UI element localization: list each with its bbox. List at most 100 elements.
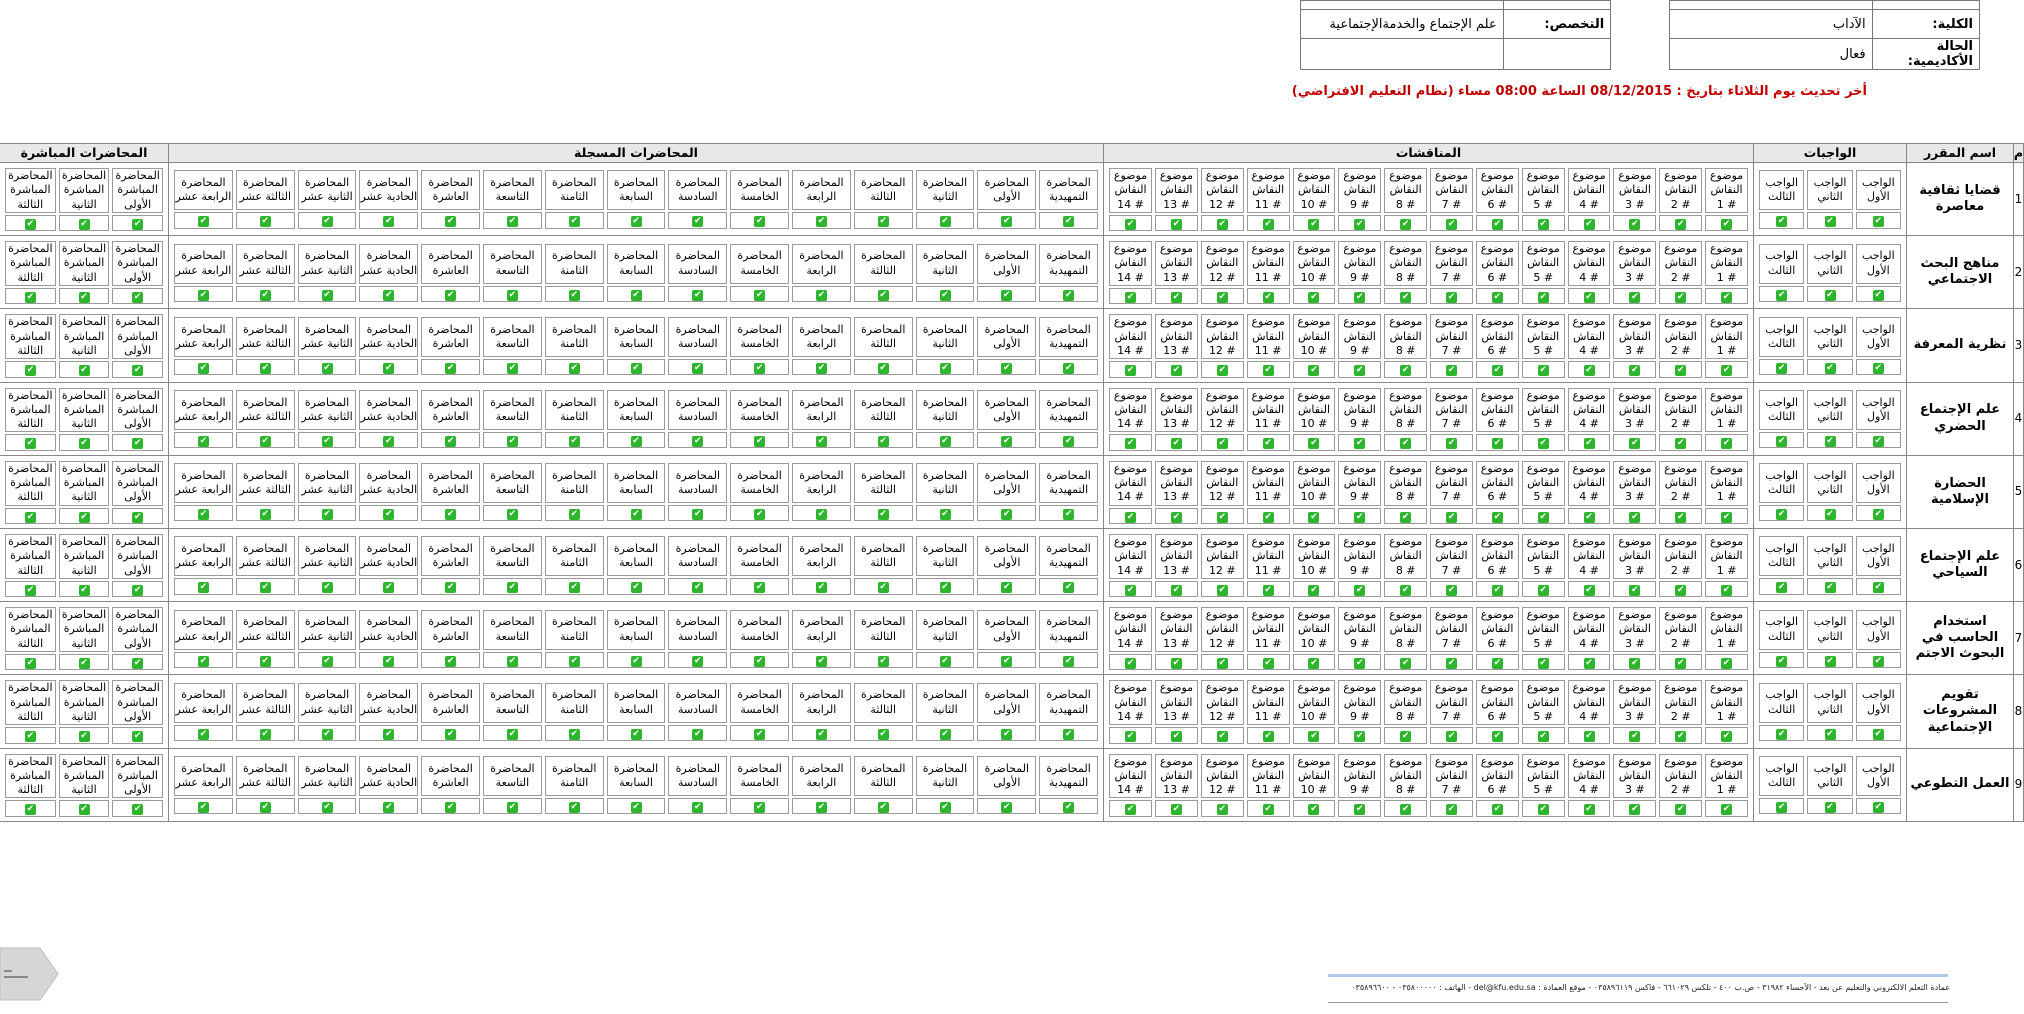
discussion-status-cell: ✔ (1155, 654, 1198, 671)
discussion-item-label: موضوع النقاش # 11 (1246, 168, 1290, 213)
recorded-lecture-item-label: المحاضرة الرابعة عشر (174, 609, 233, 650)
check-icon: ✔ (692, 801, 704, 813)
recorded-lecture-group: المحاضرة التمهيدية المحاضرة الأولى المحاضر… (168, 527, 1104, 603)
discussion-item-label: موضوع النقاش # 10 (1292, 168, 1336, 213)
discussion-status-cell: ✔ (1659, 507, 1703, 524)
discussion-status-cell: ✔ (1613, 654, 1657, 671)
discussion-item-label: موضوع النقاش # 6 (1475, 460, 1519, 506)
check-icon: ✔ (1824, 509, 1836, 521)
discussion-item-label: موضوع النقاش # 12 (1200, 168, 1244, 213)
check-icon: ✔ (1170, 292, 1182, 304)
discussion-status-cell: ✔ (1475, 580, 1519, 598)
assignment-item-label: الواجب الثاني (1807, 390, 1853, 430)
check-icon: ✔ (78, 365, 90, 377)
recorded-lecture-group: المحاضرة التمهيدية المحاضرة الأولى المحاضر… (168, 747, 1104, 822)
check-icon: ✔ (1537, 731, 1549, 743)
check-icon: ✔ (1824, 362, 1836, 374)
check-icon: ✔ (132, 658, 144, 670)
recorded-lecture-status-cell: ✔ (606, 505, 666, 522)
page-corner-arrow-icon[interactable] (0, 944, 60, 1004)
discussion-status-cell: ✔ (1109, 361, 1153, 378)
discussion-status-cell: ✔ (1430, 800, 1473, 817)
discussion-status-cell: ✔ (1109, 580, 1153, 598)
major-value: علم الإجتماع والخدمةالإجتماعية (1300, 9, 1504, 39)
check-icon: ✔ (1001, 655, 1013, 667)
live-lecture-group: المحاضرة المباشرة الأولى المحاضرة المباشر… (0, 674, 169, 749)
recorded-lecture-item-label: المحاضرة الرابعة (792, 682, 851, 723)
discussion-status-cell: ✔ (1200, 434, 1244, 451)
discussion-item-label: موضوع النقاش # 12 (1200, 533, 1244, 579)
info-cut-label (1871, 0, 1981, 10)
discussion-status-cell: ✔ (1109, 288, 1153, 305)
check-icon: ✔ (321, 582, 333, 594)
check-icon: ✔ (815, 655, 827, 667)
check-icon: ✔ (445, 436, 457, 447)
check-icon: ✔ (1308, 511, 1320, 523)
discussion-item-label: موضوع النقاش # 13 (1155, 387, 1198, 433)
assignment-status-cell: ✔ (1807, 505, 1853, 522)
recorded-lecture-status-cell: ✔ (421, 797, 481, 815)
check-icon: ✔ (132, 511, 144, 523)
recorded-lecture-item-label: المحاضرة الثامنة (544, 755, 604, 796)
footer-divider-bottom (1328, 1002, 1948, 1003)
check-icon: ✔ (1063, 289, 1075, 301)
discussion-status-cell: ✔ (1567, 727, 1611, 744)
check-icon: ✔ (1400, 584, 1412, 596)
discussion-item-label: موضوع النقاش # 8 (1384, 533, 1428, 579)
check-icon: ✔ (1308, 658, 1320, 670)
recorded-lecture-item-label: المحاضرة الثانية (915, 609, 975, 650)
discussion-item-label: موضوع النقاش # 1 (1705, 533, 1748, 579)
check-icon: ✔ (630, 728, 642, 740)
discussion-status-cell: ✔ (1475, 654, 1519, 671)
discussion-status-cell: ✔ (1292, 580, 1336, 598)
check-icon: ✔ (321, 728, 333, 740)
discussion-item-label: موضوع النقاش # 2 (1659, 753, 1703, 799)
live-lecture-group: المحاضرة المباشرة الأولى المحاضرة المباشر… (0, 601, 169, 676)
recorded-lecture-item-label: المحاضرة الخامسة (730, 390, 790, 430)
live-lecture-group: المحاضرة المباشرة الأولى المحاضرة المباشر… (0, 747, 169, 822)
recorded-lecture-status-cell: ✔ (544, 212, 604, 229)
major-label: التخصص: (1502, 9, 1612, 39)
recorded-lecture-item-label: المحاضرة الثانية عشر (297, 682, 357, 723)
recorded-lecture-item-label: المحاضرة الثانية عشر (297, 609, 357, 650)
live-lecture-status-cell: ✔ (5, 580, 56, 598)
check-icon: ✔ (692, 728, 704, 740)
recorded-lecture-status-cell: ✔ (915, 358, 975, 376)
check-icon: ✔ (939, 216, 951, 228)
discussion-item-label: موضوع النقاش # 7 (1430, 387, 1473, 433)
recorded-lecture-item-label: المحاضرة الحادية عشر (359, 390, 419, 430)
recorded-lecture-item-label: المحاضرة السابعة (606, 390, 666, 430)
check-icon: ✔ (1491, 731, 1503, 743)
assignment-status-cell: ✔ (1759, 285, 1805, 302)
live-lecture-group: المحاضرة المباشرة الأولى المحاضرة المباشر… (0, 161, 169, 237)
check-icon: ✔ (1491, 365, 1503, 377)
recorded-lecture-status-cell: ✔ (235, 212, 295, 229)
check-icon: ✔ (321, 436, 333, 447)
check-icon: ✔ (754, 801, 766, 813)
check-icon: ✔ (939, 655, 951, 667)
check-icon: ✔ (259, 436, 271, 447)
check-icon: ✔ (1262, 292, 1274, 304)
discussion-group: موضوع النقاش # 1 موضوع النقاش # 2 موضوع ال… (1103, 381, 1754, 456)
discussion-status-cell: ✔ (1292, 727, 1336, 744)
course-number: 8 (2013, 674, 2024, 749)
check-icon: ✔ (78, 658, 90, 670)
course-row: 8 تقويم المشروعات الإجتماعية الواجب الأول ا… (0, 674, 2024, 749)
recorded-lecture-group: المحاضرة التمهيدية المحاضرة الأولى المحاضر… (168, 381, 1104, 456)
discussion-status-cell: ✔ (1475, 214, 1519, 232)
check-icon: ✔ (1001, 362, 1013, 374)
discussion-status-cell: ✔ (1155, 800, 1198, 817)
recorded-lecture-item-label: المحاضرة الخامسة (730, 243, 790, 284)
check-icon: ✔ (568, 436, 580, 447)
discussion-status-cell: ✔ (1430, 361, 1473, 378)
discussion-item-label: موضوع النقاش # 4 (1567, 680, 1611, 726)
discussion-item-label: موضوع النقاش # 13 (1155, 533, 1198, 579)
check-icon: ✔ (1872, 655, 1884, 667)
check-icon: ✔ (1400, 658, 1412, 670)
recorded-lecture-item-label: المحاضرة السابعة (606, 463, 666, 504)
recorded-lecture-item-label: المحاضرة التاسعة (483, 316, 542, 357)
discussion-status-cell: ✔ (1567, 507, 1611, 524)
check-icon: ✔ (383, 216, 395, 228)
check-icon: ✔ (1446, 511, 1458, 523)
recorded-lecture-status-cell: ✔ (668, 505, 728, 522)
